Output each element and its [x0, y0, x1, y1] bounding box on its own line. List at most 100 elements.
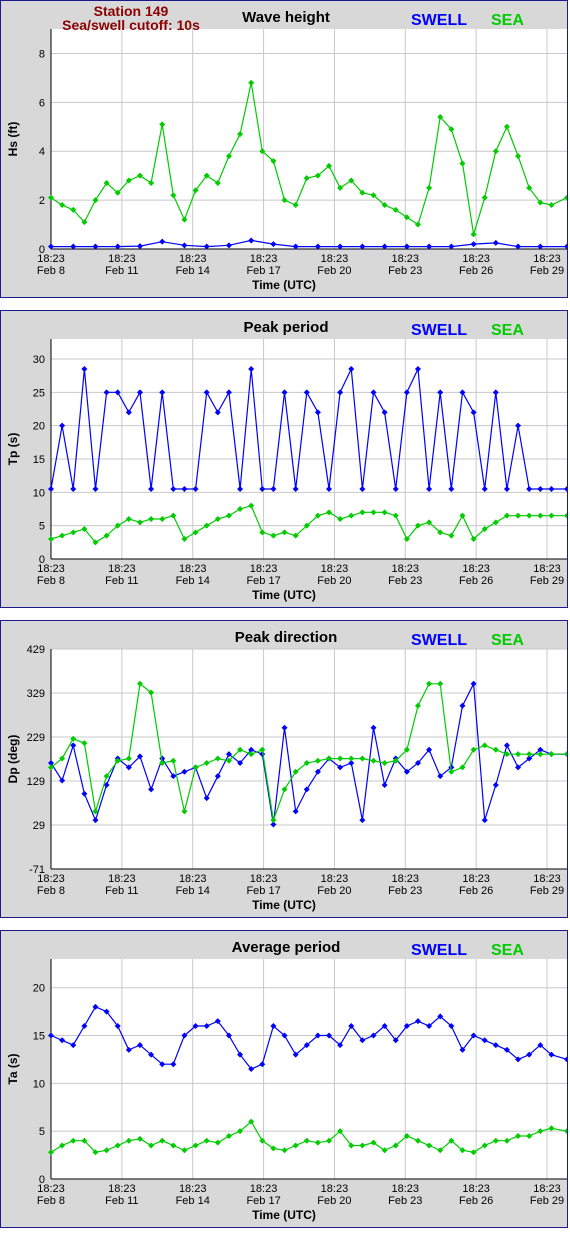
average-period-panel: 0 5 10 15 20 18:23 Feb 8 18:23 Feb 11 18:23 Feb 14… [0, 930, 568, 1228]
x-tick-time: 18:23 [37, 1183, 65, 1195]
x-tick-date: Feb 14 [176, 1195, 210, 1207]
x-tick-time: 18:23 [462, 873, 490, 885]
legend-sea: SEA [491, 322, 524, 339]
x-tick-time: 18:23 [37, 563, 65, 575]
x-axis-label: Time (UTC) [252, 588, 316, 602]
x-tick-time: 18:23 [533, 873, 561, 885]
x-tick-date: Feb 17 [246, 265, 280, 277]
x-tick-time: 18:23 [462, 1183, 490, 1195]
y-tick-label: 229 [27, 732, 45, 744]
x-tick-time: 18:23 [533, 563, 561, 575]
y-tick-label: 20 [33, 983, 45, 995]
x-tick-time: 18:23 [179, 1183, 207, 1195]
x-tick-date: Feb 23 [388, 1195, 422, 1207]
y-tick-label: 129 [27, 776, 45, 788]
y-tick-label: 5 [39, 521, 45, 533]
plot-area [51, 29, 567, 249]
y-axis-label: Ta (s) [6, 1053, 20, 1084]
x-tick-date: Feb 17 [246, 575, 280, 587]
y-tick-label: 25 [33, 387, 45, 399]
x-tick-time: 18:23 [392, 253, 420, 265]
x-tick-date: Feb 20 [317, 265, 351, 277]
x-tick-date: Feb 29 [530, 1195, 564, 1207]
x-tick-date: Feb 29 [530, 885, 564, 897]
peak-direction-panel: -71 29 129 229 329 429 18:23 Feb 8 18:23 Feb 11 18… [0, 620, 568, 918]
y-tick-label: 15 [33, 1031, 45, 1043]
x-tick-date: Feb 17 [246, 885, 280, 897]
x-tick-date: Feb 29 [530, 575, 564, 587]
y-tick-label: 10 [33, 487, 45, 499]
x-tick-date: Feb 20 [317, 885, 351, 897]
x-tick-date: Feb 26 [459, 1195, 493, 1207]
x-tick-time: 18:23 [462, 563, 490, 575]
y-tick-label: 15 [33, 454, 45, 466]
x-tick-date: Feb 23 [388, 575, 422, 587]
y-tick-label: 29 [33, 820, 45, 832]
x-axis-label: Time (UTC) [252, 278, 316, 292]
x-tick-date: Feb 26 [459, 575, 493, 587]
chart-title: Average period [232, 939, 341, 956]
x-tick-date: Feb 8 [37, 575, 65, 587]
y-tick-label: 5 [39, 1126, 45, 1138]
x-tick-time: 18:23 [179, 253, 207, 265]
x-tick-date: Feb 14 [176, 575, 210, 587]
y-tick-label: 4 [39, 146, 45, 158]
average-period-chart: 0510152018:23Feb 818:23Feb 1118:23Feb 14… [6, 939, 567, 1222]
peak-period-panel: 0 5 10 15 20 25 30 18:23 Feb 8 18:23 Feb 11 18:23 Fe… [0, 310, 568, 608]
x-tick-time: 18:23 [179, 873, 207, 885]
legend-swell: SWELL [411, 12, 467, 29]
x-tick-time: 18:23 [250, 1183, 278, 1195]
legend-swell: SWELL [411, 942, 467, 959]
x-tick-time: 18:23 [392, 1183, 420, 1195]
x-tick-date: Feb 14 [176, 265, 210, 277]
x-tick-date: Feb 11 [105, 265, 138, 277]
x-tick-date: Feb 23 [388, 265, 422, 277]
x-axis-label: Time (UTC) [252, 898, 316, 912]
x-tick-time: 18:23 [108, 873, 136, 885]
x-tick-time: 18:23 [250, 253, 278, 265]
legend-sea: SEA [491, 12, 524, 29]
y-tick-label: 8 [39, 48, 45, 60]
x-tick-time: 18:23 [462, 253, 490, 265]
chart-title: Peak direction [235, 629, 338, 646]
x-tick-time: 18:23 [37, 873, 65, 885]
y-axis-label: Dp (deg) [6, 735, 20, 784]
y-tick-label: 429 [27, 644, 45, 656]
x-tick-date: Feb 29 [530, 265, 564, 277]
x-tick-date: Feb 26 [459, 885, 493, 897]
x-tick-time: 18:23 [321, 563, 349, 575]
wave-height-panel: 0 2 4 6 8 18:23 Feb 8 18:23 Feb 11 18:23 Feb 14 18:… [0, 0, 568, 298]
peak-period-chart: 05101520253018:23Feb 818:23Feb 1118:23Fe… [6, 319, 567, 602]
x-tick-date: Feb 20 [317, 1195, 351, 1207]
y-axis-label: Tp (s) [6, 433, 20, 466]
x-tick-date: Feb 26 [459, 265, 493, 277]
x-tick-time: 18:23 [533, 1183, 561, 1195]
y-tick-label: 10 [33, 1078, 45, 1090]
x-tick-time: 18:23 [321, 1183, 349, 1195]
x-tick-date: Feb 8 [37, 885, 65, 897]
x-tick-time: 18:23 [108, 1183, 136, 1195]
cutoff-label: Sea/swell cutoff: 10s [62, 17, 200, 33]
x-tick-date: Feb 11 [105, 885, 138, 897]
plot-area [51, 959, 567, 1179]
x-tick-time: 18:23 [533, 253, 561, 265]
legend-swell: SWELL [411, 632, 467, 649]
x-tick-date: Feb 11 [105, 1195, 138, 1207]
wave-height-chart: 0246818:23Feb 818:23Feb 1118:23Feb 1418:… [6, 3, 567, 292]
x-tick-time: 18:23 [250, 563, 278, 575]
y-tick-label: 329 [27, 688, 45, 700]
x-tick-time: 18:23 [392, 873, 420, 885]
x-tick-time: 18:23 [321, 253, 349, 265]
x-tick-time: 18:23 [179, 563, 207, 575]
chart-title: Peak period [243, 319, 328, 336]
x-tick-date: Feb 14 [176, 885, 210, 897]
x-tick-date: Feb 8 [37, 1195, 65, 1207]
x-tick-time: 18:23 [37, 253, 65, 265]
x-tick-time: 18:23 [250, 873, 278, 885]
legend-sea: SEA [491, 632, 524, 649]
y-tick-label: 30 [33, 354, 45, 366]
x-tick-date: Feb 20 [317, 575, 351, 587]
x-tick-date: Feb 23 [388, 885, 422, 897]
x-tick-date: Feb 17 [246, 1195, 280, 1207]
x-tick-date: Feb 8 [37, 265, 65, 277]
